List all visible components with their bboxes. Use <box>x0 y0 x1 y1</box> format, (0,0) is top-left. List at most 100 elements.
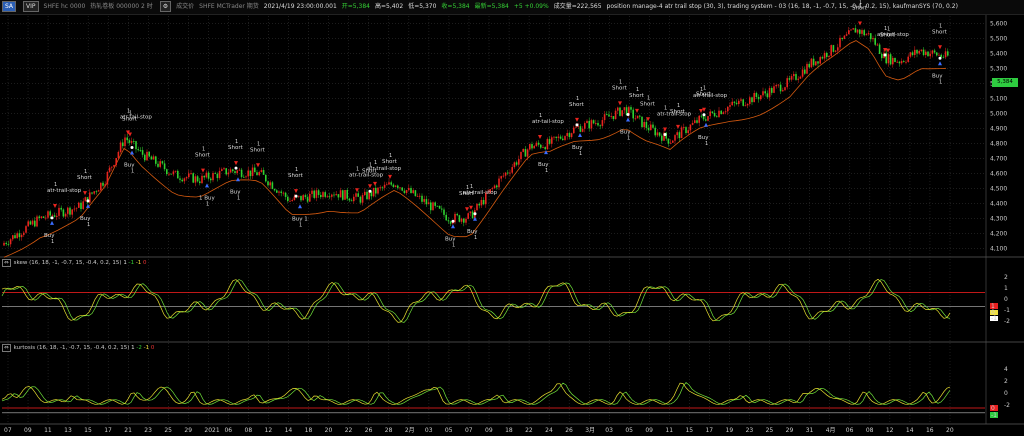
candle-body <box>696 120 698 123</box>
candle-body <box>152 156 155 160</box>
candle-body <box>568 133 571 138</box>
signal-dot <box>575 123 579 127</box>
candle-body <box>647 127 650 131</box>
candle-body <box>463 218 465 223</box>
candle-body <box>199 181 201 184</box>
candle-body <box>47 211 49 218</box>
kurtosis-params: (16, 18, -1, -0.7, 15, -0.4, 0.2, 15) <box>36 345 130 351</box>
candle-body <box>326 196 329 198</box>
candle-body <box>916 49 918 54</box>
candle-body <box>907 56 909 62</box>
price-tick-label: 5,300 <box>990 66 1007 73</box>
signal-qty-label: 1 <box>206 201 209 207</box>
candle-body <box>570 133 573 138</box>
time-tick-label: 11 <box>665 427 673 434</box>
candle-body <box>414 190 417 197</box>
candle-body <box>511 167 513 173</box>
candle-body <box>870 33 872 40</box>
signal-label-short: Short <box>288 173 304 179</box>
candle-body <box>865 34 868 36</box>
signal-qty-label: 1 <box>131 169 134 175</box>
candle-body <box>379 187 381 189</box>
candle-body <box>892 57 894 65</box>
candle-body <box>130 141 133 143</box>
time-tick-label: 29 <box>786 427 794 434</box>
time-tick-label: 19 <box>726 427 734 434</box>
candle-body <box>947 51 949 56</box>
candle-body <box>386 184 388 186</box>
signal-qty-label: 1 <box>389 153 392 159</box>
time-tick-label: 2021 <box>204 427 219 434</box>
kurtosis-name: kurtosis <box>13 345 36 351</box>
candle-body <box>579 126 582 132</box>
candle-body <box>344 190 346 200</box>
candle-body <box>623 107 626 111</box>
time-tick-label: 16 <box>926 427 934 434</box>
candle-body <box>302 195 304 201</box>
candle-body <box>278 191 280 193</box>
time-tick-label: 28 <box>385 427 393 434</box>
signal-qty-label: 1 <box>619 79 622 85</box>
candle-body <box>124 137 126 147</box>
skew-tick-label: -1 <box>1004 307 1010 314</box>
candle-body <box>540 144 542 148</box>
candle-body <box>38 216 40 218</box>
signal-qty-label: 1 <box>627 135 630 141</box>
signal-label-short: Short <box>880 33 896 39</box>
time-tick-label: 08 <box>245 427 253 434</box>
candle-body <box>25 226 27 233</box>
candle-body <box>412 190 414 194</box>
time-tick-label: 09 <box>485 427 493 434</box>
candle-body <box>331 194 333 197</box>
candle-body <box>45 217 47 219</box>
panel-expand-icon[interactable]: ⇔ <box>2 259 11 267</box>
candle-body <box>588 120 590 129</box>
candle-body <box>163 163 166 170</box>
skew-v2: -1 <box>128 260 135 266</box>
candle-body <box>641 116 643 128</box>
candle-body <box>64 213 67 217</box>
candle-body <box>559 136 562 139</box>
candle-body <box>172 171 175 175</box>
candle-body <box>634 118 637 120</box>
candle-body <box>927 51 929 57</box>
signal-qty-label: 1 <box>677 103 680 109</box>
candle-body <box>771 88 773 93</box>
candle-body <box>84 197 87 202</box>
candle-body <box>839 37 841 48</box>
candle-body <box>284 192 287 197</box>
signal-dot <box>130 146 134 149</box>
candle-body <box>364 191 366 196</box>
signal-label-short: Short <box>670 109 686 115</box>
candle-body <box>102 182 104 186</box>
candle-body <box>53 215 56 217</box>
candle-body <box>612 116 615 120</box>
signal-qty-label: 1 <box>539 113 542 119</box>
candle-body <box>683 127 685 128</box>
candle-body <box>309 193 311 202</box>
signal-label-short: Short <box>228 145 244 151</box>
last-price-badge: 5,384 <box>992 78 1018 87</box>
candle-body <box>232 169 234 172</box>
candle-body <box>823 52 826 59</box>
time-tick-label: 12 <box>265 427 273 434</box>
time-tick-label: 18 <box>305 427 313 434</box>
time-tick-label: 15 <box>84 427 92 434</box>
candle-body <box>267 181 269 186</box>
candle-body <box>271 182 274 189</box>
candle-body <box>786 78 788 88</box>
panel-expand-icon[interactable]: ⇔ <box>2 344 11 352</box>
candle-body <box>557 136 560 138</box>
candle-body <box>826 52 828 57</box>
candle-body <box>766 93 769 98</box>
candle-body <box>509 172 511 174</box>
candle-body <box>817 61 819 64</box>
candle-body <box>416 195 419 197</box>
chart-canvas[interactable]: Buy1atr-trail-stop1Short1Buy1atr-tail-st… <box>0 0 1024 436</box>
kurtosis-tick-label: 0 <box>1004 390 1008 397</box>
price-tick-label: 5,000 <box>990 111 1007 118</box>
signal-qty-label: 1 <box>474 235 477 241</box>
candle-body <box>60 207 62 210</box>
candle-body <box>900 61 903 64</box>
signal-qty-label: 1 <box>84 169 87 175</box>
